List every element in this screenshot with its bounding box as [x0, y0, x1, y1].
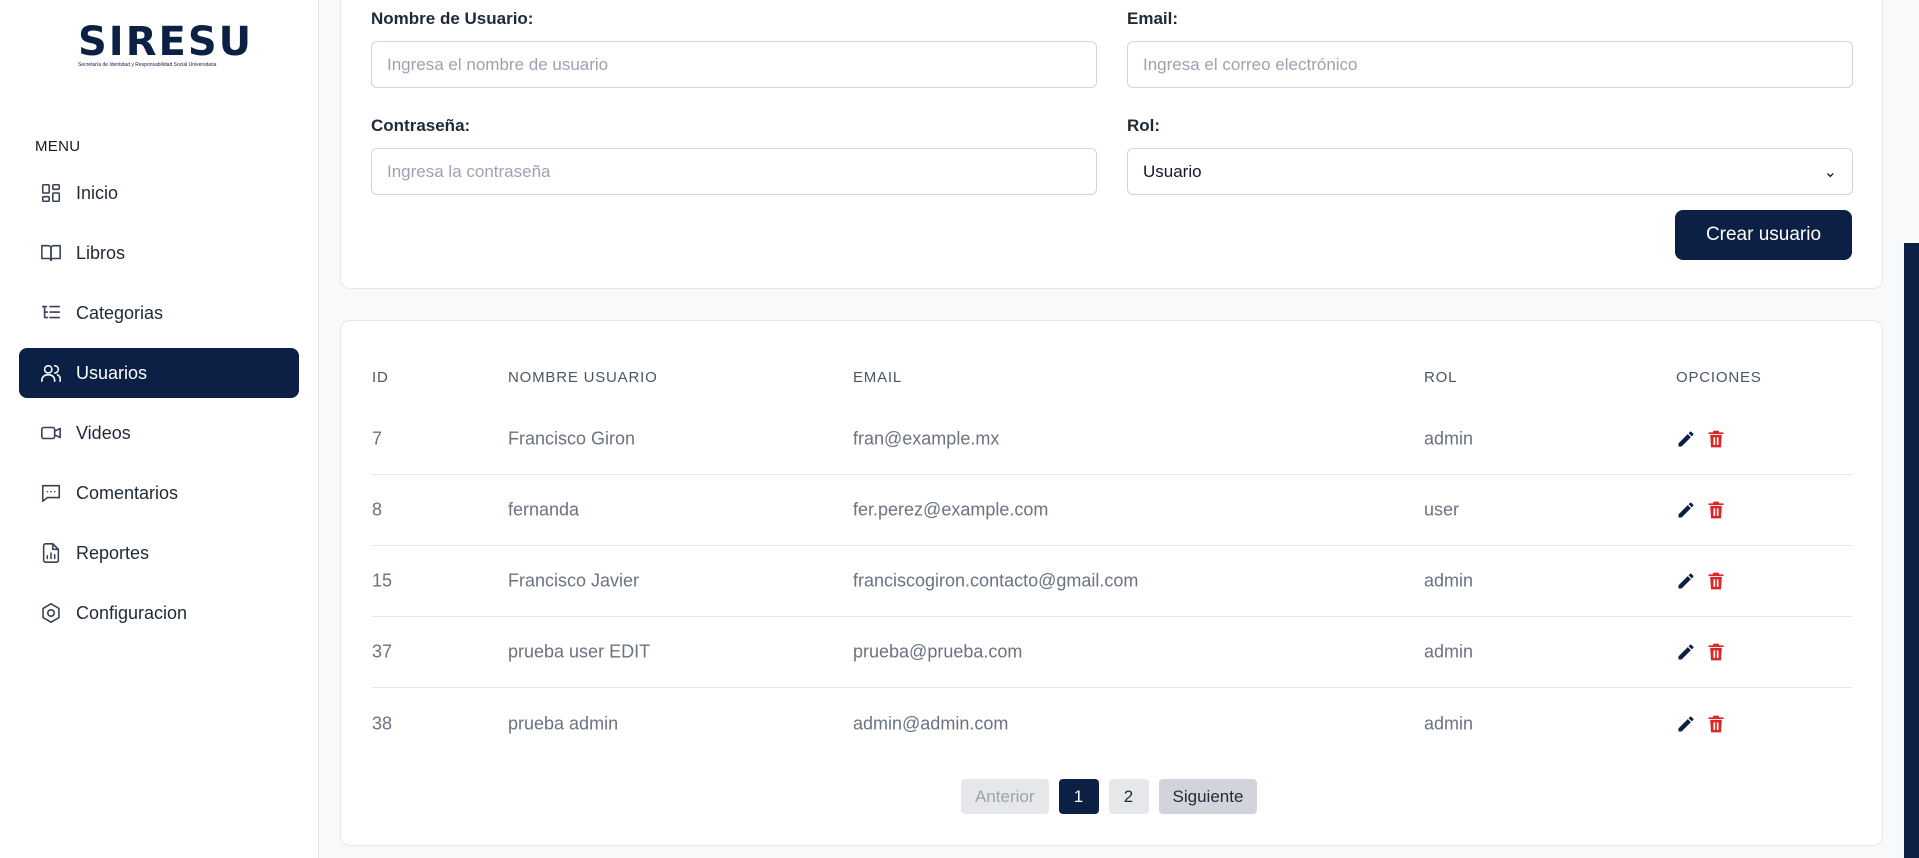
cell-email: prueba@prueba.com	[853, 641, 1023, 662]
delete-icon[interactable]	[1706, 500, 1726, 520]
sidebar-item-comentarios[interactable]: Comentarios	[19, 468, 299, 518]
password-input[interactable]: Ingresa la contraseña	[371, 148, 1097, 195]
siresu-logo: SIRESU Secretaría de Identidad y Respons…	[78, 19, 254, 70]
chevron-down-icon: ⌄	[1823, 163, 1837, 181]
page-button-1[interactable]: 1	[1058, 779, 1099, 814]
email-field-group: Email: Ingresa el correo electrónico	[1127, 9, 1853, 88]
logo-text: SIRESU	[78, 19, 254, 65]
row-actions	[1676, 642, 1726, 662]
sidebar-item-inicio[interactable]: Inicio	[19, 168, 299, 218]
edit-icon[interactable]	[1676, 429, 1696, 449]
cell-name: Francisco Javier	[508, 570, 640, 591]
role-select-value: Usuario	[1143, 161, 1202, 181]
cell-email: fran@example.mx	[853, 428, 1000, 449]
comment-icon	[40, 482, 62, 504]
create-user-button[interactable]: Crear usuario	[1675, 210, 1852, 260]
table-row: 8 fernanda fer.perez@example.com user	[372, 475, 1852, 546]
report-icon	[40, 542, 62, 564]
table-row: 38 prueba admin admin@admin.com admin	[372, 688, 1852, 759]
video-icon	[40, 422, 62, 444]
edit-icon[interactable]	[1676, 714, 1696, 734]
sidebar-item-configuracion[interactable]: Configuracion	[19, 588, 299, 638]
cell-email: fer.perez@example.com	[853, 499, 1049, 520]
cell-id: 7	[372, 428, 383, 449]
cell-role: admin	[1424, 641, 1474, 662]
sidebar-item-label: Videos	[76, 422, 131, 443]
sidebar: SIRESU Secretaría de Identidad y Respons…	[0, 0, 319, 858]
cell-role: admin	[1424, 713, 1474, 733]
email-input[interactable]: Ingresa el correo electrónico	[1127, 41, 1853, 88]
cell-name: fernanda	[508, 499, 580, 520]
edit-icon[interactable]	[1676, 642, 1696, 662]
sidebar-item-categorias[interactable]: Categorias	[19, 288, 299, 338]
delete-icon[interactable]	[1706, 571, 1726, 591]
table-row: 7 Francisco Giron fran@example.mx admin	[372, 404, 1852, 475]
row-actions	[1676, 571, 1726, 591]
password-field-group: Contraseña: Ingresa la contraseña	[371, 116, 1097, 195]
delete-icon[interactable]	[1706, 429, 1726, 449]
role-label: Rol:	[1127, 116, 1161, 135]
password-label: Contraseña:	[371, 116, 471, 135]
cell-role: admin	[1424, 428, 1474, 449]
sidebar-item-label: Usuarios	[76, 362, 148, 383]
table-header: ID NOMBRE USUARIO EMAIL ROL OPCIONES	[372, 369, 1852, 389]
next-page-button[interactable]: Siguiente	[1158, 779, 1258, 814]
header-id: ID	[372, 369, 389, 386]
sidebar-item-label: Inicio	[76, 182, 119, 203]
sidebar-item-label: Categorias	[76, 302, 164, 323]
row-actions	[1676, 500, 1726, 520]
cell-email: franciscogiron.contacto@gmail.com	[853, 570, 1139, 591]
prev-page-button[interactable]: Anterior	[961, 779, 1049, 814]
role-field-group: Rol: Usuario ⌄	[1127, 116, 1853, 195]
list-icon	[40, 302, 62, 324]
header-role: ROL	[1424, 369, 1458, 386]
sidebar-item-videos[interactable]: Videos	[19, 408, 299, 458]
pagination: Anterior 1 2 Siguiente	[961, 779, 1258, 814]
sidebar-item-label: Reportes	[76, 542, 150, 563]
delete-icon[interactable]	[1706, 642, 1726, 662]
cell-id: 8	[372, 499, 383, 520]
sidebar-item-reportes[interactable]: Reportes	[19, 528, 299, 578]
menu-title: MENU	[35, 138, 81, 155]
edit-icon[interactable]	[1676, 500, 1696, 520]
sidebar-item-usuarios[interactable]: Usuarios	[19, 348, 299, 398]
book-icon	[40, 242, 62, 264]
settings-icon	[40, 602, 62, 624]
cell-id: 38	[372, 713, 393, 733]
edit-icon[interactable]	[1676, 571, 1696, 591]
role-select[interactable]: Usuario ⌄	[1127, 148, 1853, 195]
create-user-form: Nombre de Usuario: Ingresa el nombre de …	[340, 0, 1883, 289]
sidebar-item-label: Libros	[76, 242, 126, 263]
dashboard-icon	[40, 182, 62, 204]
scrollbar[interactable]	[1904, 243, 1919, 858]
username-field-group: Nombre de Usuario: Ingresa el nombre de …	[371, 9, 1097, 88]
cell-id: 37	[372, 641, 393, 662]
table-row: 15 Francisco Javier franciscogiron.conta…	[372, 546, 1852, 617]
sidebar-item-label: Configuracion	[76, 602, 188, 623]
username-label: Nombre de Usuario:	[371, 9, 534, 28]
row-actions	[1676, 429, 1726, 449]
cell-name: Francisco Giron	[508, 428, 636, 449]
cell-role: user	[1424, 499, 1460, 520]
sidebar-item-libros[interactable]: Libros	[19, 228, 299, 278]
header-options: OPCIONES	[1676, 369, 1762, 386]
cell-name: prueba user EDIT	[508, 641, 651, 662]
cell-role: admin	[1424, 570, 1474, 591]
users-table-card: ID NOMBRE USUARIO EMAIL ROL OPCIONES 7 F…	[340, 320, 1883, 846]
cell-email: admin@admin.com	[853, 713, 1009, 733]
users-icon	[40, 362, 62, 384]
row-actions	[1676, 714, 1726, 734]
cell-name: prueba admin	[508, 713, 619, 733]
sidebar-nav: Inicio Libros Categorias Usuarios Videos…	[19, 168, 299, 648]
username-input[interactable]: Ingresa el nombre de usuario	[371, 41, 1097, 88]
table-row: 37 prueba user EDIT prueba@prueba.com ad…	[372, 617, 1852, 688]
email-label: Email:	[1127, 9, 1179, 28]
delete-icon[interactable]	[1706, 714, 1726, 734]
header-name: NOMBRE USUARIO	[508, 369, 658, 386]
cell-id: 15	[372, 570, 393, 591]
sidebar-item-label: Comentarios	[76, 482, 179, 503]
header-email: EMAIL	[853, 369, 903, 386]
page-button-2[interactable]: 2	[1108, 779, 1149, 814]
